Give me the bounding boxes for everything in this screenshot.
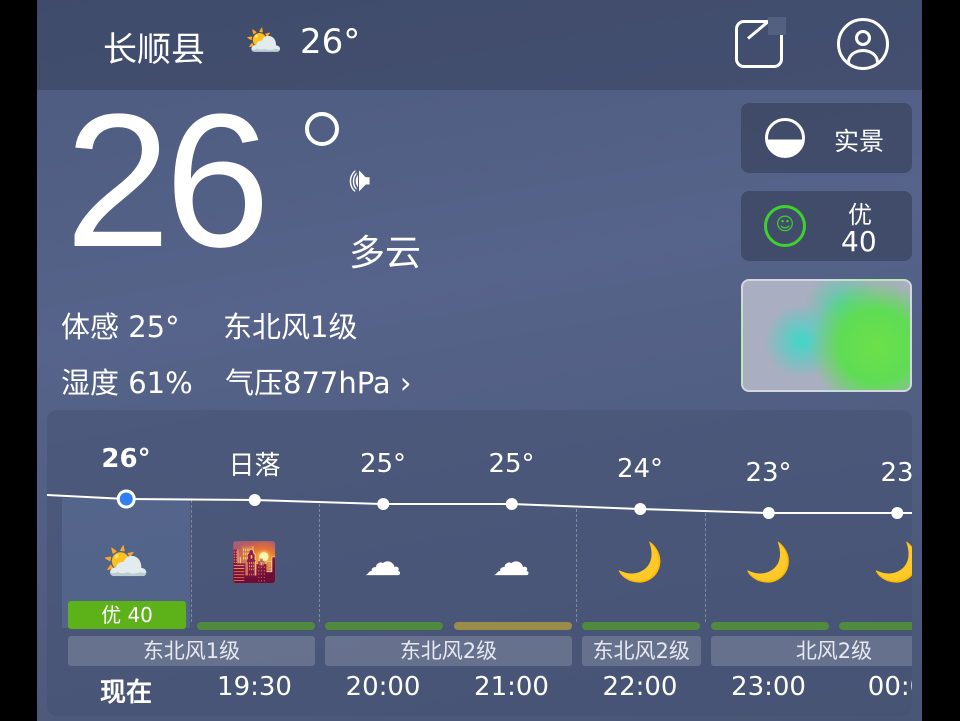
wind-segment: 北风2级: [710, 636, 912, 666]
temp-point: [116, 489, 136, 509]
user-icon-body: [847, 49, 879, 67]
hour-temp-label: 23°: [745, 458, 792, 488]
hour-temp-label: 24°: [616, 454, 664, 484]
hour-time: 20:00: [345, 672, 421, 702]
humidity: 湿度 61%: [61, 366, 193, 400]
moon-icon: 🌙: [616, 540, 664, 584]
header-temp: 26°: [300, 22, 361, 62]
temp-point: [377, 498, 390, 510]
temp-point: [634, 503, 647, 515]
hour-time: 21:00: [474, 672, 549, 702]
hour-temp-label: 25°: [488, 449, 535, 479]
hour-time: 23:00: [731, 672, 806, 702]
hourly-forecast-panel[interactable]: 26° ⛅ 优 40 现在 日落 🌇 19:30 25° ☁ 20:00 25° ☁ …: [47, 410, 912, 716]
hour-temp-label: 23: [880, 458, 912, 488]
hour-divider: [704, 513, 706, 622]
hour-time: 19:30: [217, 672, 292, 702]
hour-temp-label: 25°: [359, 449, 407, 479]
aqi-value: 40: [841, 225, 877, 258]
share-button[interactable]: [735, 17, 786, 68]
wind-segment: 东北风2级: [325, 636, 572, 666]
hour-time: 22:00: [602, 672, 678, 702]
sunset-icon: 🌇: [230, 540, 279, 584]
cloudy-night-icon: ☁: [364, 540, 402, 584]
hour-time: 00:0: [867, 672, 912, 702]
weather-app: 长顺县 ⛅ 26° 26 🕪 多云 体感 25° 东北风1级 湿度 61% 气压…: [37, 0, 922, 721]
temp-point: [891, 507, 904, 519]
temp-line: [47, 494, 912, 514]
feels-like: 体感 25°: [61, 310, 180, 344]
user-icon: [855, 30, 871, 46]
aqi-bar: [839, 622, 912, 630]
cloudy-night-icon: ☁: [492, 540, 531, 584]
user-profile-button[interactable]: [837, 18, 889, 70]
current-temp: 26: [65, 75, 270, 287]
hour-temp-label: 日落: [228, 451, 281, 481]
pressure: 气压877hPa: [225, 366, 391, 400]
wind-segment: 东北风2级: [582, 636, 701, 666]
speaker-icon[interactable]: 🕪: [349, 160, 370, 200]
temp-point: [505, 498, 518, 510]
pressure-link[interactable]: 气压877hPa ›: [225, 360, 412, 402]
moon-icon: 🌙: [744, 540, 793, 584]
chevron-right-icon: ›: [399, 366, 412, 400]
hour-time: 现在: [99, 678, 152, 708]
hour-divider: [576, 509, 577, 622]
aqi-badge: 优 40: [68, 601, 186, 629]
partly-cloudy-icon: ⛅: [102, 540, 150, 584]
aqi-bar: [325, 622, 443, 630]
live-view-button[interactable]: 实景: [741, 103, 912, 173]
current-condition: 多云: [349, 233, 422, 274]
share-arrow-icon: [747, 19, 771, 40]
hour-temp-label: 26°: [101, 444, 151, 474]
live-view-label: 实景: [834, 127, 885, 156]
aqi-button[interactable]: ☺ 优 40: [741, 191, 912, 261]
hour-divider: [190, 500, 192, 622]
degree-symbol: [305, 112, 339, 146]
partly-cloudy-icon: ⛅: [245, 24, 283, 59]
aqi-bar: [582, 622, 700, 630]
hour-divider: [319, 504, 320, 622]
radar-map-thumbnail[interactable]: [741, 279, 912, 392]
moon-icon: 🌙: [873, 540, 912, 584]
aqi-bar: [453, 622, 572, 630]
wind-segment: 东北风1级: [68, 636, 315, 666]
wind-info: 东北风1级: [223, 310, 358, 344]
landscape-icon: [765, 118, 805, 158]
city-name[interactable]: 长顺县: [103, 22, 205, 71]
aqi-bar: [196, 622, 315, 630]
aqi-face-icon: ☺: [764, 205, 806, 247]
temp-point: [762, 507, 775, 519]
aqi-bar: [710, 622, 829, 630]
temp-point: [248, 494, 261, 506]
